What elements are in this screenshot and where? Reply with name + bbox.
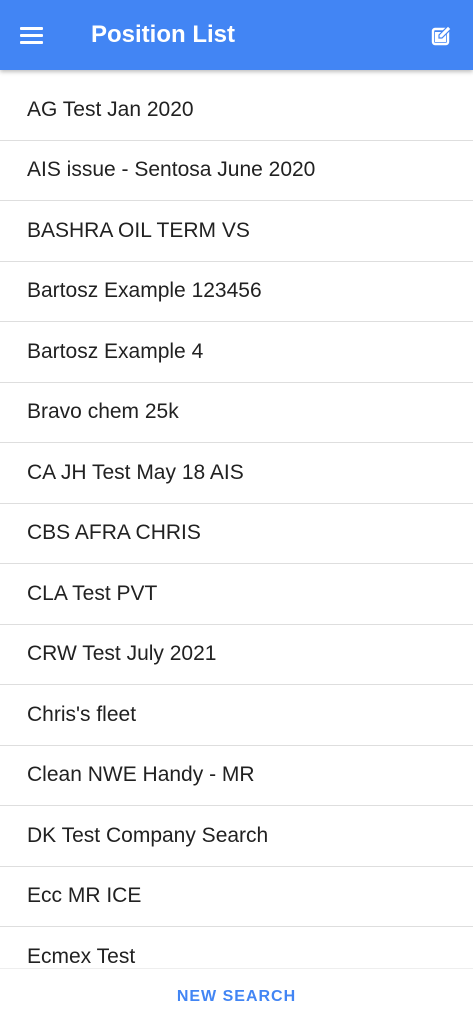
list-item[interactable]: Ecmex Test bbox=[0, 927, 473, 968]
list-item[interactable]: CRW Test July 2021 bbox=[0, 625, 473, 685]
list-item[interactable]: Clean NWE Handy - MR bbox=[0, 746, 473, 806]
edit-pencil-icon[interactable] bbox=[430, 24, 454, 48]
list-item[interactable]: BASHRA OIL TERM VS bbox=[0, 201, 473, 262]
list-item[interactable]: CLA Test PVT bbox=[0, 564, 473, 625]
list-item[interactable]: AIS issue - Sentosa June 2020 bbox=[0, 141, 473, 201]
bottom-action-bar: NEW SEARCH bbox=[0, 968, 473, 1024]
list-item[interactable]: Ecc MR ICE bbox=[0, 867, 473, 927]
list-item[interactable]: Chris's fleet bbox=[0, 685, 473, 746]
list-item[interactable]: Bartosz Example 123456 bbox=[0, 262, 473, 322]
list-item[interactable]: AG Test Jan 2020 bbox=[0, 80, 473, 141]
list-item[interactable]: Bravo chem 25k bbox=[0, 383, 473, 443]
menu-line bbox=[20, 26, 43, 30]
menu-line bbox=[20, 33, 43, 37]
position-list: AG Test Jan 2020 AIS issue - Sentosa Jun… bbox=[0, 80, 473, 968]
menu-line bbox=[20, 40, 43, 44]
list-item[interactable]: CBS AFRA CHRIS bbox=[0, 504, 473, 564]
page-title: Position List bbox=[91, 21, 235, 48]
hamburger-menu-icon[interactable] bbox=[20, 22, 50, 48]
list-item[interactable]: CA JH Test May 18 AIS bbox=[0, 443, 473, 504]
list-item[interactable]: Bartosz Example 4 bbox=[0, 322, 473, 383]
position-list-screen: Position List AG Test Jan 2020 AIS issue… bbox=[0, 0, 473, 1024]
new-search-button[interactable]: NEW SEARCH bbox=[161, 980, 312, 1014]
app-bar: Position List bbox=[0, 0, 473, 70]
list-item[interactable]: DK Test Company Search bbox=[0, 806, 473, 867]
